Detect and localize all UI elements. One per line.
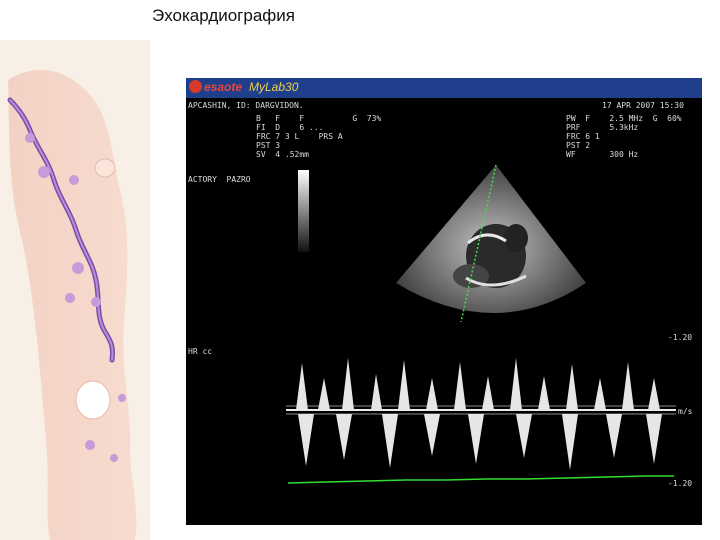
side-label-hr: HR cc <box>188 347 213 356</box>
brand-model: MyLab30 <box>249 80 299 94</box>
brand-name: esaote <box>204 80 243 94</box>
patient-id: APCASHIN, ID: DARGVIDON. <box>188 101 304 110</box>
scale-top-label: -1.20 <box>668 333 693 342</box>
right-param-line-5: WF 300 Hz <box>566 150 639 159</box>
histology-image <box>0 40 150 540</box>
right-param-line-4: PST 2 <box>566 141 591 150</box>
left-param-line-1: B F F G 73% <box>256 114 382 123</box>
right-param-line-1: PW F 2.5 MHz G 60% <box>566 114 682 123</box>
scale-bottom-label: -1.20 <box>668 479 693 488</box>
ecg-trace <box>287 475 674 484</box>
echo-header-bar: esaote MyLab30 <box>186 78 702 98</box>
grayscale-bar <box>298 170 309 252</box>
right-param-line-3: FRC 6 1 <box>566 132 600 141</box>
slide-title: Эхокардиография <box>152 6 295 25</box>
right-param-line-2: PRF 5.3kHz <box>566 123 639 132</box>
side-label-top: ACTORY PAZRO <box>188 175 251 184</box>
left-param-line-5: SV 4 .52mm <box>256 150 309 159</box>
scale-unit-label: m/s <box>678 407 693 416</box>
left-param-line-3: FRC 7 3 L PRS A <box>256 132 343 141</box>
doppler-spectrum <box>286 358 676 484</box>
left-param-line-2: FI D 6 ... <box>256 123 324 132</box>
echocardiography-display: esaote MyLab30 APCASHIN, ID: DARGVIDON. … <box>186 78 702 525</box>
esaote-logo-icon <box>189 80 202 93</box>
exam-date: 17 APR 2007 15:30 <box>602 101 684 110</box>
left-param-line-4: PST 3 <box>256 141 281 150</box>
